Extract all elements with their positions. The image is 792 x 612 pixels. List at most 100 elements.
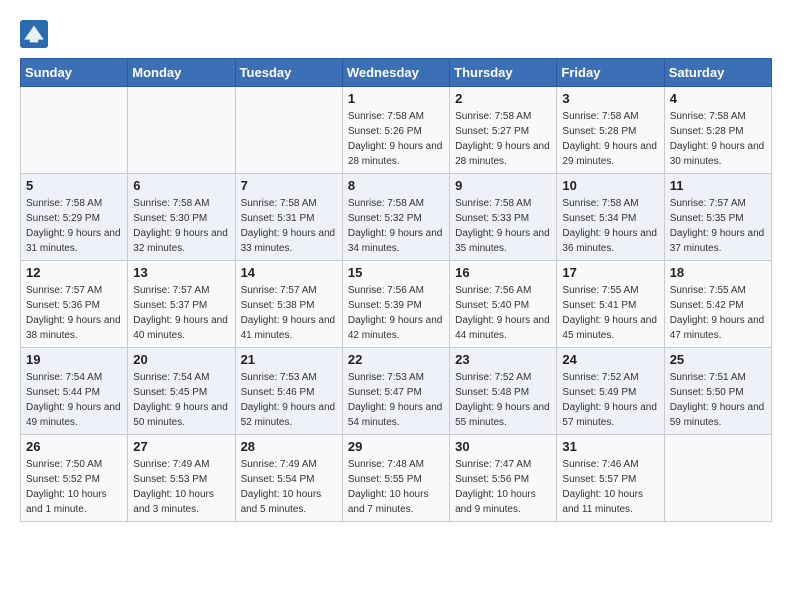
day-number: 18 <box>670 265 766 280</box>
day-number: 10 <box>562 178 658 193</box>
day-info: Sunrise: 7:54 AMSunset: 5:45 PMDaylight:… <box>133 370 229 430</box>
day-info: Sunrise: 7:52 AMSunset: 5:49 PMDaylight:… <box>562 370 658 430</box>
day-info: Sunrise: 7:47 AMSunset: 5:56 PMDaylight:… <box>455 457 551 517</box>
day-number: 26 <box>26 439 122 454</box>
day-number: 21 <box>241 352 337 367</box>
day-number: 8 <box>348 178 444 193</box>
calendar-week-row: 19 Sunrise: 7:54 AMSunset: 5:44 PMDayligh… <box>21 348 772 435</box>
day-info: Sunrise: 7:58 AMSunset: 5:28 PMDaylight:… <box>670 109 766 169</box>
day-info: Sunrise: 7:49 AMSunset: 5:53 PMDaylight:… <box>133 457 229 517</box>
calendar-cell <box>664 435 771 522</box>
weekday-header-sunday: Sunday <box>21 59 128 87</box>
day-number: 30 <box>455 439 551 454</box>
calendar-cell: 26 Sunrise: 7:50 AMSunset: 5:52 PMDayligh… <box>21 435 128 522</box>
day-info: Sunrise: 7:54 AMSunset: 5:44 PMDaylight:… <box>26 370 122 430</box>
calendar-cell: 22 Sunrise: 7:53 AMSunset: 5:47 PMDayligh… <box>342 348 449 435</box>
day-number: 15 <box>348 265 444 280</box>
day-info: Sunrise: 7:57 AMSunset: 5:35 PMDaylight:… <box>670 196 766 256</box>
calendar-cell <box>128 87 235 174</box>
day-info: Sunrise: 7:51 AMSunset: 5:50 PMDaylight:… <box>670 370 766 430</box>
calendar-cell: 12 Sunrise: 7:57 AMSunset: 5:36 PMDayligh… <box>21 261 128 348</box>
calendar-cell: 20 Sunrise: 7:54 AMSunset: 5:45 PMDayligh… <box>128 348 235 435</box>
day-info: Sunrise: 7:57 AMSunset: 5:37 PMDaylight:… <box>133 283 229 343</box>
day-info: Sunrise: 7:46 AMSunset: 5:57 PMDaylight:… <box>562 457 658 517</box>
calendar-cell: 3 Sunrise: 7:58 AMSunset: 5:28 PMDaylight… <box>557 87 664 174</box>
calendar-cell <box>235 87 342 174</box>
day-number: 22 <box>348 352 444 367</box>
day-number: 1 <box>348 91 444 106</box>
day-number: 16 <box>455 265 551 280</box>
day-number: 17 <box>562 265 658 280</box>
calendar-cell: 25 Sunrise: 7:51 AMSunset: 5:50 PMDayligh… <box>664 348 771 435</box>
calendar-week-row: 5 Sunrise: 7:58 AMSunset: 5:29 PMDaylight… <box>21 174 772 261</box>
day-number: 14 <box>241 265 337 280</box>
day-info: Sunrise: 7:58 AMSunset: 5:31 PMDaylight:… <box>241 196 337 256</box>
calendar-cell: 28 Sunrise: 7:49 AMSunset: 5:54 PMDayligh… <box>235 435 342 522</box>
calendar-cell: 14 Sunrise: 7:57 AMSunset: 5:38 PMDayligh… <box>235 261 342 348</box>
day-info: Sunrise: 7:52 AMSunset: 5:48 PMDaylight:… <box>455 370 551 430</box>
calendar-cell: 11 Sunrise: 7:57 AMSunset: 5:35 PMDayligh… <box>664 174 771 261</box>
calendar-cell: 7 Sunrise: 7:58 AMSunset: 5:31 PMDaylight… <box>235 174 342 261</box>
day-number: 12 <box>26 265 122 280</box>
calendar-cell: 31 Sunrise: 7:46 AMSunset: 5:57 PMDayligh… <box>557 435 664 522</box>
logo <box>20 20 52 48</box>
day-info: Sunrise: 7:58 AMSunset: 5:33 PMDaylight:… <box>455 196 551 256</box>
day-number: 28 <box>241 439 337 454</box>
calendar-cell: 2Sunrise: 7:58 AMSunset: 5:27 PMDaylight… <box>450 87 557 174</box>
day-number: 20 <box>133 352 229 367</box>
calendar-cell: 24 Sunrise: 7:52 AMSunset: 5:49 PMDayligh… <box>557 348 664 435</box>
day-number: 3 <box>562 91 658 106</box>
day-info: Sunrise: 7:57 AMSunset: 5:36 PMDaylight:… <box>26 283 122 343</box>
calendar-cell: 1 Sunrise: 7:58 AMSunset: 5:26 PMDaylight… <box>342 87 449 174</box>
calendar-week-row: 12 Sunrise: 7:57 AMSunset: 5:36 PMDayligh… <box>21 261 772 348</box>
day-number: 11 <box>670 178 766 193</box>
day-info: Sunrise: 7:49 AMSunset: 5:54 PMDaylight:… <box>241 457 337 517</box>
day-number: 9 <box>455 178 551 193</box>
calendar-cell: 13 Sunrise: 7:57 AMSunset: 5:37 PMDayligh… <box>128 261 235 348</box>
calendar-cell: 27Sunrise: 7:49 AMSunset: 5:53 PMDayligh… <box>128 435 235 522</box>
calendar-cell: 21 Sunrise: 7:53 AMSunset: 5:46 PMDayligh… <box>235 348 342 435</box>
day-info: Sunrise: 7:58 AMSunset: 5:29 PMDaylight:… <box>26 196 122 256</box>
weekday-header-thursday: Thursday <box>450 59 557 87</box>
calendar-cell: 6 Sunrise: 7:58 AMSunset: 5:30 PMDaylight… <box>128 174 235 261</box>
day-info: Sunrise: 7:58 AMSunset: 5:32 PMDaylight:… <box>348 196 444 256</box>
logo-icon <box>20 20 48 48</box>
day-info: Sunrise: 7:58 AMSunset: 5:30 PMDaylight:… <box>133 196 229 256</box>
weekday-header-friday: Friday <box>557 59 664 87</box>
day-number: 29 <box>348 439 444 454</box>
calendar-cell: 9 Sunrise: 7:58 AMSunset: 5:33 PMDaylight… <box>450 174 557 261</box>
calendar-cell: 23Sunrise: 7:52 AMSunset: 5:48 PMDayligh… <box>450 348 557 435</box>
day-info: Sunrise: 7:50 AMSunset: 5:52 PMDaylight:… <box>26 457 122 517</box>
day-number: 7 <box>241 178 337 193</box>
day-info: Sunrise: 7:58 AMSunset: 5:34 PMDaylight:… <box>562 196 658 256</box>
day-number: 5 <box>26 178 122 193</box>
day-number: 24 <box>562 352 658 367</box>
calendar-cell: 5 Sunrise: 7:58 AMSunset: 5:29 PMDaylight… <box>21 174 128 261</box>
day-number: 6 <box>133 178 229 193</box>
day-info: Sunrise: 7:57 AMSunset: 5:38 PMDaylight:… <box>241 283 337 343</box>
weekday-header-saturday: Saturday <box>664 59 771 87</box>
day-info: Sunrise: 7:58 AMSunset: 5:27 PMDaylight:… <box>455 109 551 169</box>
day-info: Sunrise: 7:58 AMSunset: 5:26 PMDaylight:… <box>348 109 444 169</box>
day-info: Sunrise: 7:53 AMSunset: 5:46 PMDaylight:… <box>241 370 337 430</box>
day-info: Sunrise: 7:53 AMSunset: 5:47 PMDaylight:… <box>348 370 444 430</box>
weekday-header-tuesday: Tuesday <box>235 59 342 87</box>
day-info: Sunrise: 7:58 AMSunset: 5:28 PMDaylight:… <box>562 109 658 169</box>
calendar-week-row: 1 Sunrise: 7:58 AMSunset: 5:26 PMDaylight… <box>21 87 772 174</box>
calendar-table: SundayMondayTuesdayWednesdayThursdayFrid… <box>20 58 772 522</box>
day-number: 25 <box>670 352 766 367</box>
day-number: 19 <box>26 352 122 367</box>
calendar-cell: 10 Sunrise: 7:58 AMSunset: 5:34 PMDayligh… <box>557 174 664 261</box>
calendar-cell: 18Sunrise: 7:55 AMSunset: 5:42 PMDayligh… <box>664 261 771 348</box>
day-number: 13 <box>133 265 229 280</box>
calendar-cell <box>21 87 128 174</box>
weekday-header-monday: Monday <box>128 59 235 87</box>
calendar-cell: 4 Sunrise: 7:58 AMSunset: 5:28 PMDaylight… <box>664 87 771 174</box>
weekday-header-wednesday: Wednesday <box>342 59 449 87</box>
calendar-cell: 30 Sunrise: 7:47 AMSunset: 5:56 PMDayligh… <box>450 435 557 522</box>
day-number: 31 <box>562 439 658 454</box>
day-info: Sunrise: 7:55 AMSunset: 5:41 PMDaylight:… <box>562 283 658 343</box>
calendar-cell: 29Sunrise: 7:48 AMSunset: 5:55 PMDayligh… <box>342 435 449 522</box>
day-info: Sunrise: 7:56 AMSunset: 5:39 PMDaylight:… <box>348 283 444 343</box>
day-number: 4 <box>670 91 766 106</box>
